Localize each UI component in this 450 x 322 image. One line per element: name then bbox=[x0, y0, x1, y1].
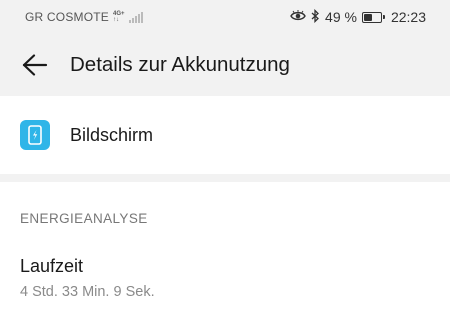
status-left: GR COSMOTE 4G+ ↑↓ bbox=[25, 10, 143, 24]
screen-brightness-icon bbox=[20, 120, 50, 150]
network-activity-label: ↑↓ bbox=[113, 17, 120, 23]
status-bar: GR COSMOTE 4G+ ↑↓ 49 % 22:23 bbox=[0, 0, 450, 34]
signal-icon bbox=[128, 11, 143, 23]
page-title: Details zur Akkunutzung bbox=[70, 53, 290, 76]
battery-level-fill bbox=[363, 13, 372, 21]
carrier-name: GR COSMOTE bbox=[25, 10, 110, 24]
bluetooth-icon bbox=[311, 8, 320, 26]
battery-percent: 49 % bbox=[325, 9, 357, 25]
app-item-card[interactable]: Bildschirm bbox=[0, 96, 450, 174]
status-right: 49 % 22:23 bbox=[290, 8, 426, 26]
network-type: 4G+ ↑↓ bbox=[113, 11, 125, 23]
energy-analysis-section: ENERGIEANALYSE Laufzeit 4 Std. 33 Min. 9… bbox=[0, 182, 450, 322]
app-bar: Details zur Akkunutzung bbox=[0, 34, 450, 96]
runtime-value: 4 Std. 33 Min. 9 Sek. bbox=[20, 284, 155, 300]
section-header: ENERGIEANALYSE bbox=[20, 211, 148, 226]
battery-icon bbox=[361, 11, 385, 23]
arrow-left-icon bbox=[22, 54, 48, 76]
eye-icon bbox=[290, 9, 306, 25]
back-button[interactable] bbox=[10, 40, 60, 90]
clock: 22:23 bbox=[390, 9, 426, 25]
runtime-label: Laufzeit bbox=[20, 256, 84, 276]
app-item-label: Bildschirm bbox=[70, 124, 154, 145]
